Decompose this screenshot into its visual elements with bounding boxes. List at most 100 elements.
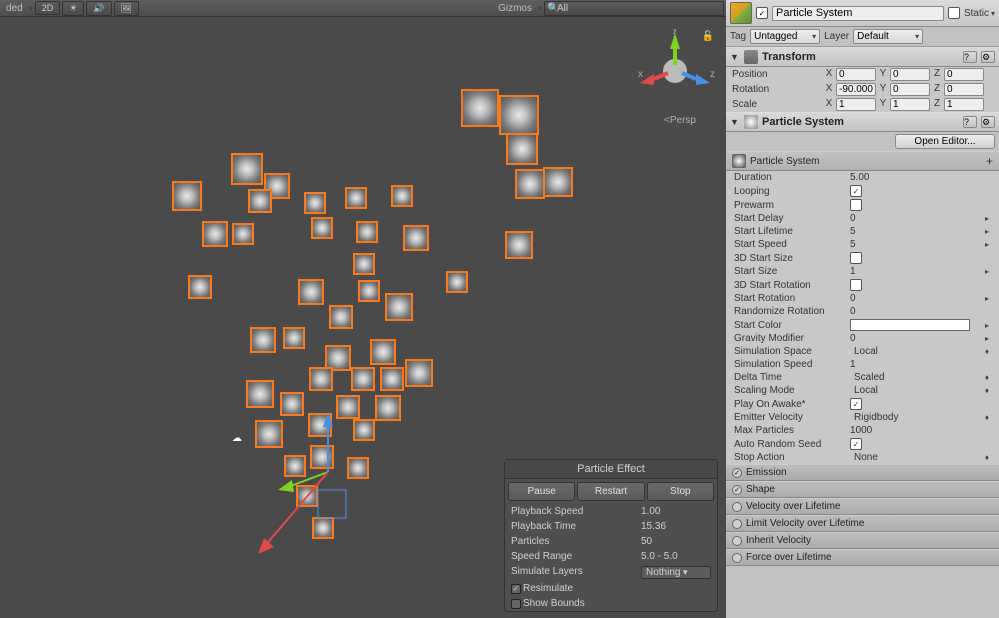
velocity-over-lifetime-module-header[interactable]: Velocity over Lifetime: [726, 498, 999, 515]
playback-speed-field[interactable]: 1.00: [641, 506, 711, 517]
tag-dropdown[interactable]: Untagged▾: [750, 29, 820, 44]
foldout-icon[interactable]: ▼: [730, 52, 740, 62]
particle[interactable]: [283, 327, 305, 349]
help-button[interactable]: ?: [963, 116, 977, 128]
particle[interactable]: [311, 217, 333, 239]
emitter-velocity-dropdown[interactable]: Rigidbody♦: [850, 412, 991, 423]
simulation-space-dropdown[interactable]: Local♦: [850, 346, 991, 357]
start-lifetime-field[interactable]: 5▸: [850, 226, 991, 237]
particle[interactable]: [202, 221, 228, 247]
inherit-velocity-module-header[interactable]: Inherit Velocity: [726, 532, 999, 549]
particle[interactable]: [246, 380, 274, 408]
simulate-layers-dropdown[interactable]: Nothing ▾: [641, 566, 711, 579]
dropdown-arrow-icon[interactable]: ▾: [538, 4, 542, 13]
particle[interactable]: [172, 181, 202, 211]
show-bounds-checkbox[interactable]: Show Bounds: [505, 596, 717, 611]
stop-action-dropdown[interactable]: None♦: [850, 452, 991, 463]
particle[interactable]: [461, 89, 499, 127]
looping-checkbox[interactable]: ✓: [850, 185, 862, 197]
start-size-3d-checkbox[interactable]: [850, 252, 862, 264]
particle[interactable]: [188, 275, 212, 299]
particle[interactable]: [446, 271, 468, 293]
particle[interactable]: [499, 95, 539, 135]
particle[interactable]: [298, 279, 324, 305]
help-button[interactable]: ?: [963, 51, 977, 63]
particle[interactable]: [505, 231, 533, 259]
rotation-y-field[interactable]: [890, 83, 930, 96]
2d-toggle[interactable]: 2D: [35, 1, 61, 15]
mode-dropdown[interactable]: ▸: [983, 227, 991, 236]
particle[interactable]: [231, 153, 263, 185]
lock-icon[interactable]: 🔓: [702, 31, 714, 42]
particle[interactable]: [248, 189, 272, 213]
static-checkbox[interactable]: [948, 7, 960, 19]
shaded-dropdown[interactable]: ded: [2, 3, 27, 14]
simulation-speed-field[interactable]: 1: [850, 359, 991, 370]
pause-button[interactable]: Pause: [508, 482, 575, 501]
auto-random-seed-checkbox[interactable]: ✓: [850, 438, 862, 450]
main-module-header[interactable]: Particle System +: [726, 151, 999, 171]
particle[interactable]: [405, 359, 433, 387]
force-over-lifetime-module-header[interactable]: Force over Lifetime: [726, 549, 999, 566]
start-delay-field[interactable]: 0▸: [850, 213, 991, 224]
particle[interactable]: [385, 293, 413, 321]
light-toggle[interactable]: ☀: [62, 1, 84, 16]
mode-dropdown[interactable]: ▸: [983, 294, 991, 303]
fx-toggle[interactable]: 🖼: [114, 1, 139, 16]
scene-viewport[interactable]: y x z 🔓 <Persp ☁ Particle Effect Pause R…: [0, 17, 726, 618]
start-size-field[interactable]: 1▸: [850, 266, 991, 277]
play-on-awake-checkbox[interactable]: ✓: [850, 398, 862, 410]
scale-y-field[interactable]: [890, 98, 930, 111]
gameobject-icon[interactable]: [730, 2, 752, 24]
search-input[interactable]: 🔍 All: [544, 1, 724, 16]
transform-gizmo[interactable]: [258, 432, 378, 572]
particle[interactable]: [336, 395, 360, 419]
static-dropdown[interactable]: Static ▾: [964, 8, 995, 19]
particle[interactable]: [304, 192, 326, 214]
mode-dropdown[interactable]: ▸: [983, 214, 991, 223]
perspective-label[interactable]: <Persp: [664, 115, 696, 126]
particle[interactable]: [515, 169, 545, 199]
particle[interactable]: [506, 133, 538, 165]
start-speed-field[interactable]: 5▸: [850, 239, 991, 250]
limit-velocity-over-lifetime-module-header[interactable]: Limit Velocity over Lifetime: [726, 515, 999, 532]
position-y-field[interactable]: [890, 68, 930, 81]
max-particles-field[interactable]: 1000: [850, 425, 991, 436]
gravity-modifier-field[interactable]: 0▸: [850, 333, 991, 344]
rotation-z-field[interactable]: [944, 83, 984, 96]
duration-field[interactable]: 5.00: [850, 172, 991, 183]
mode-dropdown[interactable]: ▸: [983, 267, 991, 276]
start-rotation-field[interactable]: 0▸: [850, 293, 991, 304]
particle[interactable]: [356, 221, 378, 243]
open-editor-button[interactable]: Open Editor...: [895, 134, 995, 149]
delta-time-dropdown[interactable]: Scaled♦: [850, 372, 991, 383]
object-name-field[interactable]: [772, 6, 944, 21]
emission-module-header[interactable]: ✓Emission: [726, 464, 999, 481]
particle[interactable]: [250, 327, 276, 353]
scene-view[interactable]: ded ▾ 2D ☀ 🔊 🖼 Gizmos ▾ 🔍 All y x z 🔓 <P…: [0, 0, 726, 618]
particle[interactable]: [351, 367, 375, 391]
foldout-icon[interactable]: ▼: [730, 117, 740, 127]
transform-component-header[interactable]: ▼ Transform ? ⚙: [726, 47, 999, 67]
particle[interactable]: [391, 185, 413, 207]
particle[interactable]: [543, 167, 573, 197]
prewarm-checkbox[interactable]: [850, 199, 862, 211]
mode-dropdown[interactable]: ▸: [983, 321, 991, 330]
particle[interactable]: [370, 339, 396, 365]
gizmos-dropdown[interactable]: Gizmos: [494, 3, 536, 14]
scale-x-field[interactable]: [836, 98, 876, 111]
rotation-x-field[interactable]: [836, 83, 876, 96]
resimulate-checkbox[interactable]: ✓Resimulate: [505, 581, 717, 596]
layer-dropdown[interactable]: Default▾: [853, 29, 923, 44]
add-module-button[interactable]: +: [986, 154, 993, 168]
randomize-rotation-field[interactable]: 0: [850, 306, 991, 317]
shape-module-header[interactable]: ✓Shape: [726, 481, 999, 498]
restart-button[interactable]: Restart: [577, 482, 644, 501]
particle[interactable]: [358, 280, 380, 302]
particle[interactable]: [329, 305, 353, 329]
particle[interactable]: [345, 187, 367, 209]
stop-button[interactable]: Stop: [647, 482, 714, 501]
particle-system-component-header[interactable]: ▼ Particle System ? ⚙: [726, 112, 999, 132]
particle[interactable]: [280, 392, 304, 416]
particle[interactable]: [353, 253, 375, 275]
